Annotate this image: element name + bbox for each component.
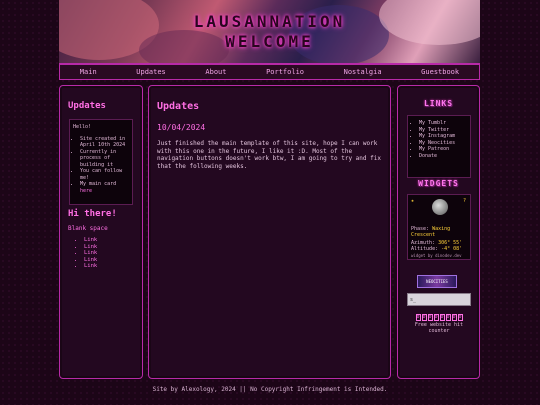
links-heading: LINKS	[423, 99, 454, 108]
header-title: LAUSANNATION	[193, 12, 346, 31]
counter-digit: 0	[445, 314, 451, 321]
notice-greeting: Hello!	[73, 124, 92, 130]
moon-widget: ★ ? Phase: Waxing Crescent Azimuth: 306°…	[407, 194, 471, 260]
nav-guestbook[interactable]: Guestbook	[421, 68, 459, 76]
header-banner: LAUSANNATION WELCOME	[59, 0, 480, 64]
nav-nostalgia[interactable]: Nostalgia	[344, 68, 382, 76]
nav-updates[interactable]: Updates	[136, 68, 166, 76]
widgets-heading: WIDGETS	[418, 179, 459, 188]
main-title: Updates	[157, 101, 200, 112]
notice-item: Currently in process of building it	[80, 149, 129, 169]
star-icon: ★	[411, 198, 415, 204]
hi-heading: Hi there!	[68, 209, 117, 219]
link-item[interactable]: Link	[84, 237, 97, 244]
link-item[interactable]: Link	[84, 263, 97, 270]
left-title: Updates	[68, 101, 106, 111]
right-sidebar: LINKS My Tumblr My Twitter My Instagram …	[397, 85, 480, 379]
main-content: Updates 10/04/2024 Just finished the mai…	[148, 85, 391, 379]
altitude-value: -4° 08'	[441, 246, 463, 252]
blank-heading: Blank space	[68, 225, 108, 232]
counter-digit: 0	[439, 314, 445, 321]
footer: Site by Alexology, 2024 || No Copyright …	[152, 386, 388, 393]
counter-digits: 0 0 0 0 0 0 0 0	[409, 314, 469, 321]
left-link-list: Link Link Link Link Link	[68, 237, 97, 270]
notice-item: My main card here	[80, 181, 129, 194]
nav-about[interactable]: About	[205, 68, 226, 76]
header-subtitle: WELCOME	[225, 32, 314, 51]
counter-digit: 0	[457, 314, 463, 321]
notice-item: Site created in April 10th 2024	[80, 136, 129, 149]
altitude-label: Altitude:	[411, 246, 439, 252]
search-input[interactable]: s_	[407, 293, 471, 306]
notice-item: You can follow me!	[80, 168, 129, 181]
update-date: 10/04/2024	[157, 123, 206, 132]
moon-altitude: Altitude: -4° 08'	[411, 246, 462, 252]
neocities-badge[interactable]: NEOCITIES	[417, 275, 457, 288]
left-sidebar: Updates Hello! Site created in April 10t…	[59, 85, 143, 379]
help-icon[interactable]: ?	[463, 198, 466, 204]
nav-bar: Main Updates About Portfolio Nostalgia G…	[59, 64, 480, 80]
notice-here-link[interactable]: here	[80, 188, 92, 194]
hit-counter: 0 0 0 0 0 0 0 0 Free website hit counter	[409, 314, 469, 334]
counter-caption[interactable]: Free website hit counter	[409, 322, 469, 334]
notice-box: Hello! Site created in April 10th 2024 C…	[69, 119, 133, 205]
counter-digit: 0	[433, 314, 439, 321]
moon-icon	[432, 199, 448, 215]
nav-main[interactable]: Main	[80, 68, 97, 76]
social-link-donate[interactable]: Donate	[419, 153, 468, 160]
counter-digit: 0	[451, 314, 457, 321]
nav-portfolio[interactable]: Portfolio	[266, 68, 304, 76]
counter-digit: 0	[427, 314, 433, 321]
link-item[interactable]: Link	[84, 250, 97, 257]
counter-digit: 0	[421, 314, 427, 321]
links-box: My Tumblr My Twitter My Instagram My Neo…	[407, 115, 471, 178]
moon-phase: Phase: Waxing Crescent	[411, 226, 470, 238]
counter-digit: 0	[415, 314, 421, 321]
update-body: Just finished the main template of this …	[157, 140, 381, 170]
moon-credit: widget by dinodev.dev	[411, 253, 462, 258]
notice-main-card: My main card	[80, 181, 117, 187]
